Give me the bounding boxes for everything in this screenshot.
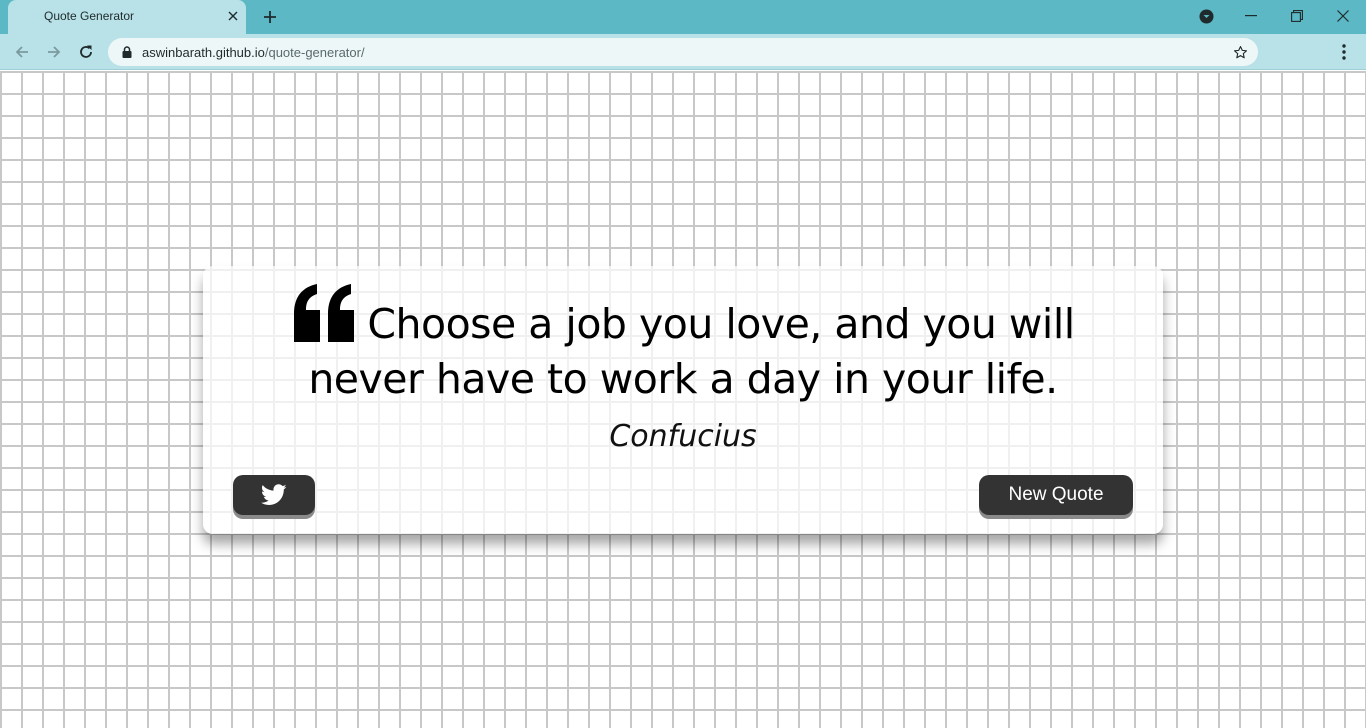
forward-icon[interactable] <box>42 40 66 64</box>
tab-title: Quote Generator <box>44 9 135 23</box>
reload-icon[interactable] <box>74 40 98 64</box>
browser-menu-icon[interactable] <box>1334 40 1354 64</box>
tab-search-icon[interactable] <box>1198 8 1215 25</box>
quote-text: Choose a job you love, and you will neve… <box>308 300 1075 403</box>
lock-icon <box>122 46 132 58</box>
quote-author: Confucius <box>609 419 757 454</box>
url-text: aswinbarath.github.io/quote-generator/ <box>142 45 365 60</box>
address-bar[interactable]: aswinbarath.github.io/quote-generator/ <box>108 38 1258 66</box>
twitter-icon <box>261 484 287 505</box>
tab-quote-generator[interactable]: Quote Generator <box>8 0 246 34</box>
restore-icon[interactable] <box>1274 0 1320 32</box>
minimize-icon[interactable] <box>1228 0 1274 32</box>
url-path: /quote-generator/ <box>264 45 365 60</box>
browser-toolbar: aswinbarath.github.io/quote-generator/ <box>0 34 1366 70</box>
new-tab-icon[interactable] <box>258 5 282 29</box>
tweet-button[interactable] <box>233 475 315 515</box>
url-host: aswinbarath.github.io <box>142 45 265 60</box>
page-background: Choose a job you love, and you will neve… <box>0 71 1366 728</box>
bookmark-star-icon[interactable] <box>1230 42 1250 62</box>
back-icon[interactable] <box>10 40 34 64</box>
tab-strip: Quote Generator <box>0 0 1366 34</box>
quote-text-block: Choose a job you love, and you will neve… <box>243 284 1123 407</box>
tab-close-icon[interactable] <box>224 7 242 25</box>
new-quote-button[interactable]: New Quote <box>979 475 1133 515</box>
quote-container: Choose a job you love, and you will neve… <box>203 266 1163 534</box>
close-window-icon[interactable] <box>1320 0 1366 32</box>
quote-left-icon <box>294 284 355 342</box>
